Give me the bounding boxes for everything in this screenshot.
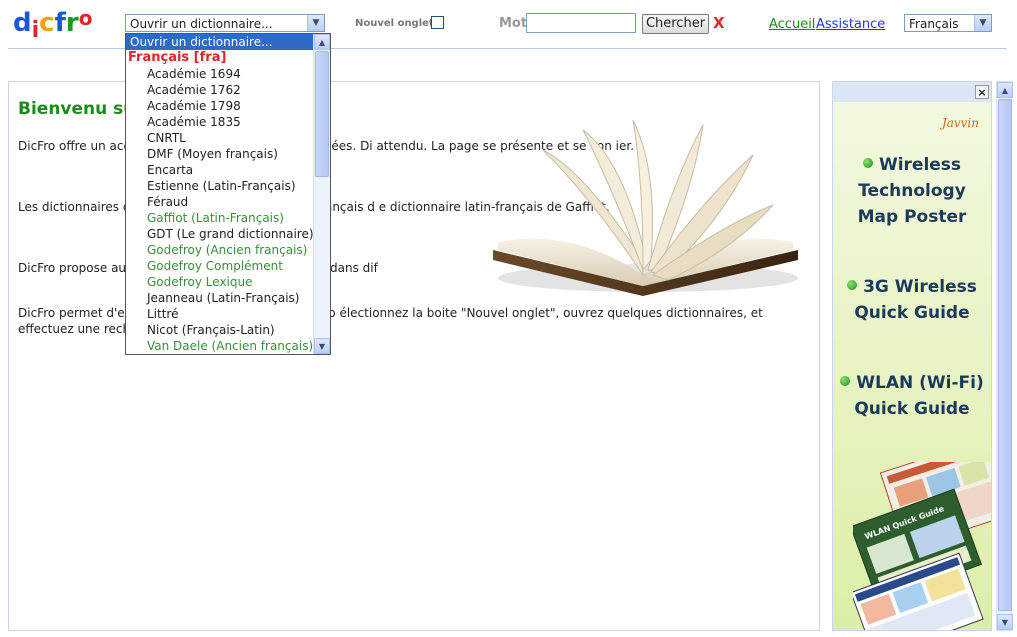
- ad-body[interactable]: Javvin Wireless Technology Map Poster 3G…: [833, 102, 991, 630]
- page-scrollbar[interactable]: ▲ ▼: [996, 81, 1013, 631]
- scroll-down-icon[interactable]: ▼: [314, 338, 330, 354]
- ad-headline: Wireless: [833, 152, 991, 178]
- dropdown-option[interactable]: Jeanneau (Latin-Français): [126, 290, 314, 306]
- dropdown-option[interactable]: Encarta: [126, 162, 314, 178]
- dictionary-select-value: Ouvrir un dictionnaire...: [130, 17, 273, 31]
- logo-letter: o: [78, 6, 93, 30]
- dictionary-select[interactable]: Ouvrir un dictionnaire... ▼: [125, 14, 325, 32]
- logo-letter: r: [65, 8, 79, 38]
- ad-headline: WLAN (Wi-Fi): [833, 370, 991, 396]
- dropdown-option[interactable]: Académie 1835: [126, 114, 314, 130]
- poster-thumbnails: WLAN Quick Guide: [853, 462, 991, 630]
- dropdown-option[interactable]: Godefroy Complément: [126, 258, 314, 274]
- bullet-icon: [847, 280, 858, 290]
- nouvel-onglet-checkbox[interactable]: [431, 16, 444, 29]
- language-select[interactable]: Français ▼: [904, 14, 992, 32]
- bullet-icon: [862, 158, 873, 168]
- dropdown-option[interactable]: Académie 1762: [126, 82, 314, 98]
- dropdown-option[interactable]: Van Daele (Ancien français): [126, 338, 314, 354]
- bullet-icon: [840, 376, 851, 386]
- dropdown-option[interactable]: Littré: [126, 306, 314, 322]
- ad-headline: Technology: [858, 181, 966, 201]
- logo-letter: d: [13, 8, 32, 38]
- clear-search-button[interactable]: X: [713, 14, 725, 32]
- scroll-up-icon[interactable]: ▲: [997, 82, 1013, 98]
- ad-headline: Quick Guide: [854, 303, 970, 323]
- dropdown-option[interactable]: Godefroy Lexique: [126, 274, 314, 290]
- ad-header: ×: [833, 82, 991, 102]
- search-input[interactable]: [526, 13, 636, 33]
- dropdown-scrollbar[interactable]: ▲ ▼: [313, 34, 330, 354]
- logo-letter: i: [31, 18, 40, 43]
- logo-letter: f: [54, 8, 66, 38]
- dropdown-option[interactable]: CNRTL: [126, 130, 314, 146]
- dropdown-option[interactable]: DMF (Moyen français): [126, 146, 314, 162]
- dropdown-option[interactable]: Godefroy (Ancien français): [126, 242, 314, 258]
- accueil-link[interactable]: Accueil: [769, 17, 815, 32]
- dropdown-option[interactable]: Académie 1798: [126, 98, 314, 114]
- scroll-thumb[interactable]: [315, 51, 329, 177]
- open-book-illustration: [493, 119, 798, 296]
- ad-headline: Map Poster: [857, 207, 967, 227]
- advertisement-panel[interactable]: × Javvin Wireless Technology Map Poster …: [832, 81, 992, 631]
- assistance-link[interactable]: Assistance: [816, 17, 885, 32]
- dropdown-option[interactable]: Académie 1694: [126, 66, 314, 82]
- dropdown-option[interactable]: GDT (Le grand dictionnaire): [126, 226, 314, 242]
- nouvel-onglet-label: Nouvel onglet: [355, 18, 434, 29]
- dropdown-option[interactable]: Gaffiot (Latin-Français): [126, 210, 314, 226]
- dictionary-dropdown-list[interactable]: Ouvrir un dictionnaire... Français [fra] A…: [125, 33, 331, 355]
- chevron-down-icon[interactable]: ▼: [307, 15, 324, 31]
- dropdown-option[interactable]: Ouvrir un dictionnaire...: [126, 34, 314, 50]
- chevron-down-icon[interactable]: ▼: [974, 15, 991, 31]
- dropdown-option[interactable]: Féraud: [126, 194, 314, 210]
- search-button[interactable]: Chercher: [642, 14, 709, 34]
- logo-letter: c: [39, 8, 55, 38]
- ad-brand: Javvin: [941, 116, 979, 130]
- dropdown-group-header: Français [fra]: [128, 50, 227, 65]
- dicfro-logo[interactable]: dicfro: [13, 6, 93, 43]
- close-icon[interactable]: ×: [975, 85, 989, 99]
- dropdown-option[interactable]: Nicot (Français-Latin): [126, 322, 314, 338]
- ad-headline: Quick Guide: [854, 399, 970, 419]
- scroll-thumb[interactable]: [998, 99, 1012, 611]
- page-title: Bienvenu su: [18, 99, 136, 119]
- scroll-up-icon[interactable]: ▲: [314, 34, 330, 50]
- scroll-down-icon[interactable]: ▼: [997, 614, 1013, 630]
- ad-headline: 3G Wireless: [833, 274, 991, 300]
- mot-label: Mot: [499, 16, 528, 31]
- dropdown-options: Ouvrir un dictionnaire... Français [fra] A…: [126, 34, 314, 354]
- dropdown-option[interactable]: Estienne (Latin-Français): [126, 178, 314, 194]
